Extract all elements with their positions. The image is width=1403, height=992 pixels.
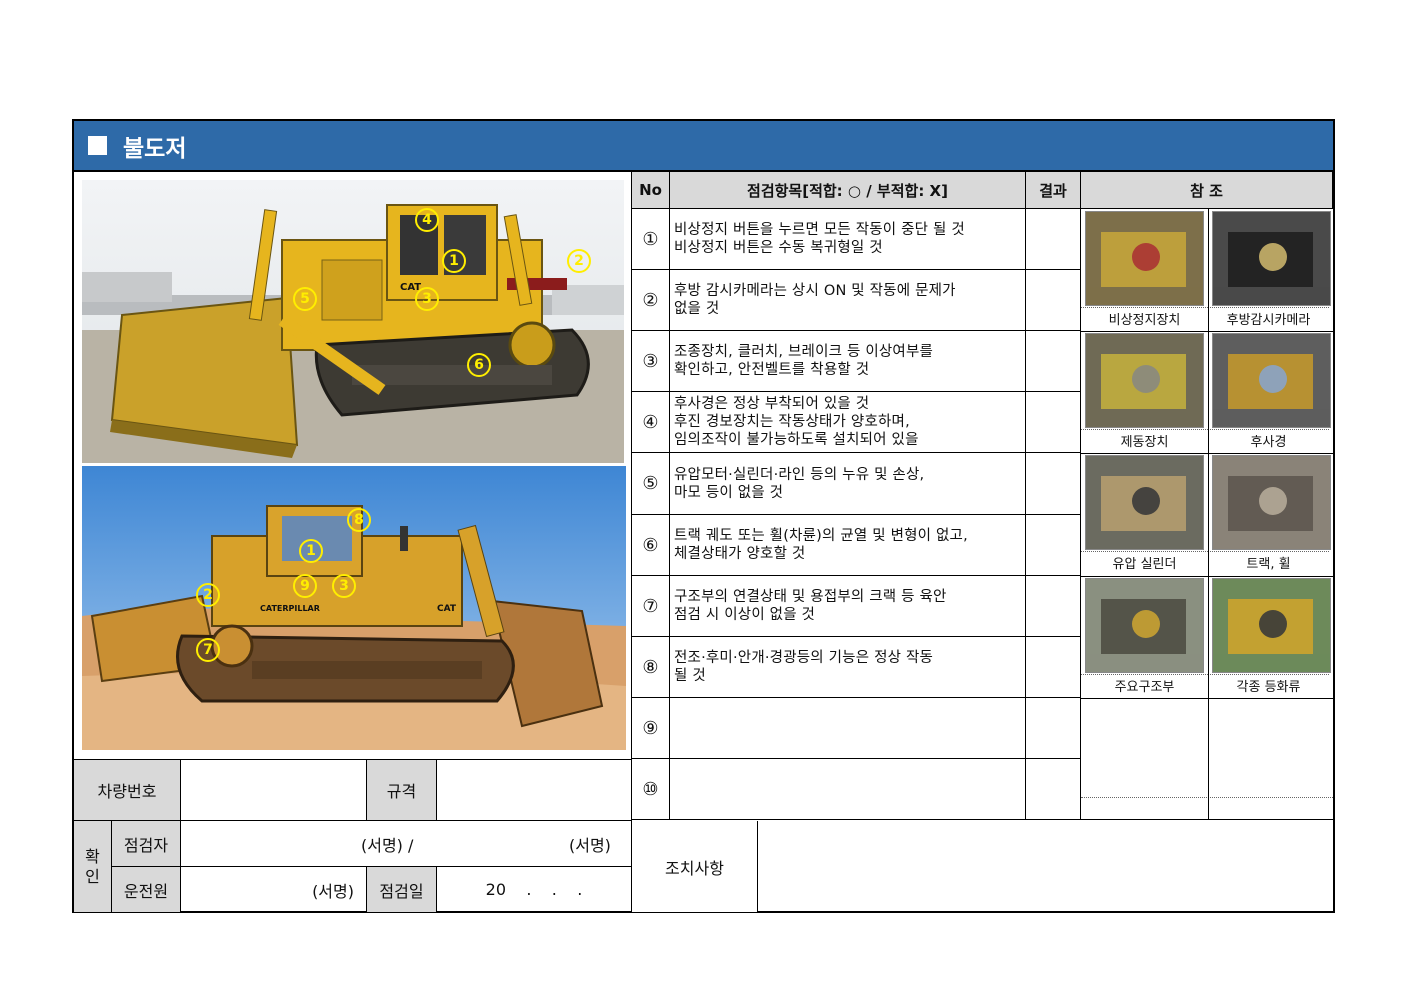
reference-caption: 비상정지장치 bbox=[1081, 307, 1208, 329]
reference-row-divider bbox=[1081, 698, 1333, 699]
brake-photo bbox=[1085, 333, 1204, 428]
header-reference: 참 조 bbox=[1081, 172, 1333, 209]
item-no: ① bbox=[632, 209, 670, 270]
driver-label: 운전원 bbox=[112, 867, 181, 913]
date-field[interactable]: 20 . . . bbox=[437, 867, 632, 913]
marker-8: 8 bbox=[347, 508, 371, 532]
reference-row-divider bbox=[1081, 331, 1333, 332]
item-result-field[interactable] bbox=[1026, 759, 1081, 820]
reference-empty-caption-line bbox=[1081, 797, 1333, 798]
square-bullet-icon bbox=[88, 136, 107, 155]
item-result-field[interactable] bbox=[1026, 331, 1081, 392]
marker-3-bottom: 3 bbox=[332, 574, 356, 598]
inspector-sign-1: (서명) / bbox=[361, 835, 414, 855]
header-result: 결과 bbox=[1026, 172, 1081, 209]
item-result-field[interactable] bbox=[1026, 209, 1081, 270]
inspector-sign-2: (서명) bbox=[569, 835, 611, 855]
spec-field[interactable] bbox=[437, 760, 632, 821]
item-no: ⑦ bbox=[632, 576, 670, 637]
page-title: 불도저 bbox=[123, 135, 187, 162]
item-text bbox=[670, 698, 1026, 759]
item-no: ④ bbox=[632, 392, 670, 453]
item-result-field[interactable] bbox=[1026, 698, 1081, 759]
mirror-photo bbox=[1212, 333, 1331, 428]
item-no: ⑩ bbox=[632, 759, 670, 820]
item-text bbox=[670, 759, 1026, 820]
driver-sign-field[interactable]: (서명) bbox=[181, 867, 367, 913]
confirm-label: 확 인 bbox=[74, 821, 112, 913]
marker-9: 9 bbox=[293, 574, 317, 598]
marker-3: 3 bbox=[415, 287, 439, 311]
marker-5: 5 bbox=[293, 287, 317, 311]
reference-row-divider bbox=[1081, 576, 1333, 577]
item-text: 후사경은 정상 부착되어 있을 것 후진 경보장치는 작동상태가 양호하며, 임… bbox=[670, 392, 1026, 453]
marker-1-bottom: 1 bbox=[299, 539, 323, 563]
item-text: 조종장치, 클러치, 브레이크 등 이상여부를 확인하고, 안전벨트를 착용할 … bbox=[670, 331, 1026, 392]
inspection-sheet: 불도저 CAT CATERPILLAR CAT 4 1 2 5 3 6 8 1 … bbox=[72, 119, 1335, 913]
main-structure-photo bbox=[1085, 578, 1204, 673]
reference-caption: 후사경 bbox=[1208, 429, 1329, 451]
inspector-sign-field[interactable]: (서명) / (서명) bbox=[181, 821, 632, 867]
vehicle-no-label: 차량번호 bbox=[74, 760, 181, 821]
track-wheel-photo bbox=[1212, 455, 1331, 550]
marker-1: 1 bbox=[442, 249, 466, 273]
reference-caption: 유압 실린더 bbox=[1081, 551, 1208, 573]
title-bar: 불도저 bbox=[74, 121, 1333, 172]
item-result-field[interactable] bbox=[1026, 392, 1081, 453]
item-text: 후방 감시카메라는 상시 ON 및 작동에 문제가 없을 것 bbox=[670, 270, 1026, 331]
marker-7: 7 bbox=[196, 638, 220, 662]
rear-camera-photo bbox=[1212, 211, 1331, 306]
date-label: 점검일 bbox=[367, 867, 437, 913]
item-result-field[interactable] bbox=[1026, 515, 1081, 576]
emergency-stop-photo bbox=[1085, 211, 1204, 306]
reference-caption: 후방감시카메라 bbox=[1208, 307, 1329, 329]
item-no: ② bbox=[632, 270, 670, 331]
marker-2: 2 bbox=[567, 249, 591, 273]
bulldozer-photo-top: CAT bbox=[82, 180, 624, 463]
reference-caption: 주요구조부 bbox=[1081, 674, 1208, 696]
item-text: 트랙 궤도 또는 휠(차륜)의 균열 및 변형이 없고, 체결상태가 양호할 것 bbox=[670, 515, 1026, 576]
reference-panel: 비상정지장치 후방감시카메라 제동장치 후사경 유압 실린더 트랙, 휠 주요구… bbox=[1081, 209, 1333, 820]
driver-sign: (서명) bbox=[312, 881, 354, 901]
caterpillar-logo: CATERPILLAR bbox=[260, 604, 320, 613]
reference-divider bbox=[1208, 209, 1209, 820]
item-result-field[interactable] bbox=[1026, 270, 1081, 331]
item-result-field[interactable] bbox=[1026, 453, 1081, 515]
spec-label: 규격 bbox=[367, 760, 437, 821]
inspector-label: 점검자 bbox=[112, 821, 181, 867]
marker-2-bottom: 2 bbox=[196, 583, 220, 607]
item-no: ⑥ bbox=[632, 515, 670, 576]
item-result-field[interactable] bbox=[1026, 576, 1081, 637]
photo-panel: CAT CATERPILLAR CAT 4 1 2 5 3 6 8 1 2 9 … bbox=[74, 172, 632, 760]
marker-4: 4 bbox=[415, 208, 439, 232]
item-no: ⑧ bbox=[632, 637, 670, 698]
reference-caption: 각종 등화류 bbox=[1208, 674, 1329, 696]
item-no: ⑤ bbox=[632, 453, 670, 515]
item-result-field[interactable] bbox=[1026, 637, 1081, 698]
hydraulic-cylinder-photo bbox=[1085, 455, 1204, 550]
lights-photo bbox=[1212, 578, 1331, 673]
reference-row-divider bbox=[1081, 453, 1333, 454]
action-field[interactable] bbox=[758, 821, 1333, 913]
cat-logo-bottom: CAT bbox=[437, 604, 457, 614]
item-text: 구조부의 연결상태 및 용접부의 크랙 등 육안 점검 시 이상이 없을 것 bbox=[670, 576, 1026, 637]
item-text: 비상정지 버튼을 누르면 모든 작동이 중단 될 것 비상정지 버튼은 수동 복… bbox=[670, 209, 1026, 270]
item-text: 전조·후미·안개·경광등의 기능은 정상 작동 될 것 bbox=[670, 637, 1026, 698]
reference-caption: 트랙, 휠 bbox=[1208, 551, 1329, 573]
header-items: 점검항목[적합: ○ / 부적합: X] bbox=[670, 172, 1026, 209]
item-text: 유압모터·실린더·라인 등의 누유 및 손상, 마모 등이 없을 것 bbox=[670, 453, 1026, 515]
reference-caption: 제동장치 bbox=[1081, 429, 1208, 451]
header-no: No bbox=[632, 172, 670, 209]
item-no: ⑨ bbox=[632, 698, 670, 759]
vehicle-no-field[interactable] bbox=[181, 760, 367, 821]
marker-6: 6 bbox=[467, 353, 491, 377]
action-label: 조치사항 bbox=[632, 821, 758, 913]
item-no: ③ bbox=[632, 331, 670, 392]
